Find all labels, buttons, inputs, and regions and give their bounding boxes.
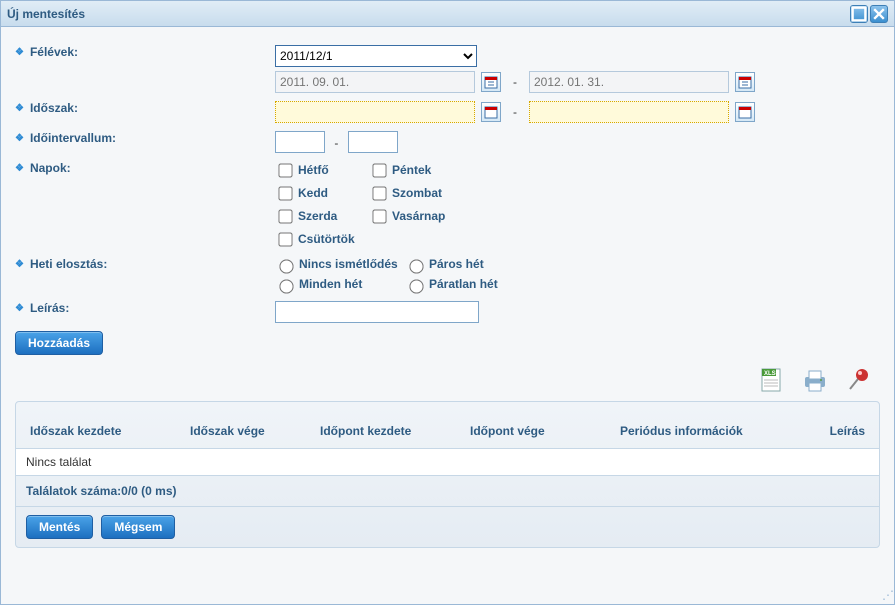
calendar-button[interactable]: [481, 102, 501, 122]
table-toolbar: XLS: [15, 363, 876, 397]
bullet-icon: ❖: [15, 103, 24, 114]
weekly-even-label: Páros hét: [429, 257, 484, 271]
export-xls-button[interactable]: XLS: [754, 363, 788, 397]
date-separator: -: [507, 105, 523, 119]
table-header: Időszak kezdete Időszak vége Időpont kez…: [16, 402, 879, 449]
calendar-button[interactable]: [735, 102, 755, 122]
semester-label: ❖ Félévek:: [15, 45, 275, 59]
calendar-icon: [484, 105, 498, 119]
semester-from-date: [275, 71, 475, 93]
col-period-info: Periódus információk: [616, 424, 796, 438]
bullet-icon: ❖: [15, 163, 24, 174]
col-period-end: Időszak vége: [186, 424, 316, 438]
row-weekly: ❖ Heti elosztás: Nincs ismétlődés Páros …: [15, 257, 880, 293]
description-input[interactable]: [275, 301, 479, 323]
maximize-button[interactable]: [850, 5, 868, 23]
add-button[interactable]: Hozzáadás: [15, 331, 103, 355]
period-from-date[interactable]: [275, 101, 475, 123]
action-bar: Mentés Mégsem: [16, 507, 879, 547]
table-empty-message: Nincs találat: [16, 449, 879, 476]
bullet-icon: ❖: [15, 259, 24, 270]
day-friday-checkbox[interactable]: [372, 163, 386, 177]
day-saturday-checkbox[interactable]: [372, 186, 386, 200]
days-label: ❖ Napok:: [15, 161, 275, 175]
interval-from[interactable]: [275, 131, 325, 153]
save-button[interactable]: Mentés: [26, 515, 93, 539]
row-days: ❖ Napok: Hétfő Péntek Kedd Szombat Szerd…: [15, 161, 880, 249]
calendar-icon: [738, 105, 752, 119]
calendar-icon: [738, 75, 752, 89]
close-icon: [871, 6, 887, 22]
day-sunday-checkbox[interactable]: [372, 209, 386, 223]
interval-separator: -: [328, 136, 344, 150]
day-tuesday-checkbox[interactable]: [278, 186, 292, 200]
bullet-icon: ❖: [15, 133, 24, 144]
row-period: ❖ Időszak: -: [15, 101, 880, 123]
semester-date-range: -: [275, 71, 880, 93]
calendar-button[interactable]: [481, 72, 501, 92]
svg-text:XLS: XLS: [764, 371, 776, 377]
semester-select[interactable]: 2011/12/1: [275, 45, 477, 67]
col-time-start: Időpont kezdete: [316, 424, 466, 438]
day-wednesday-checkbox[interactable]: [278, 209, 292, 223]
maximize-icon: [851, 6, 867, 22]
description-label: ❖ Leírás:: [15, 301, 275, 315]
day-tuesday-label: Kedd: [298, 186, 328, 200]
xls-icon: XLS: [756, 365, 786, 395]
day-monday-label: Hétfő: [298, 163, 329, 177]
bullet-icon: ❖: [15, 303, 24, 314]
table-footer: Találatok száma:0/0 (0 ms): [16, 476, 879, 507]
calendar-button[interactable]: [735, 72, 755, 92]
day-thursday-checkbox[interactable]: [278, 232, 292, 246]
resize-handle[interactable]: ⋰: [882, 588, 892, 602]
calendar-icon: [484, 75, 498, 89]
row-semester: ❖ Félévek: 2011/12/1 -: [15, 45, 880, 93]
row-description: ❖ Leírás:: [15, 301, 880, 323]
weekly-label: ❖ Heti elosztás:: [15, 257, 275, 271]
weekly-every-label: Minden hét: [299, 277, 362, 291]
weekly-none-label: Nincs ismétlődés: [299, 257, 398, 271]
cancel-button[interactable]: Mégsem: [101, 515, 175, 539]
exemption-dialog: Új mentesítés ❖ Félévek: 2011/12/1: [0, 0, 895, 605]
weekly-odd-radio[interactable]: [409, 279, 423, 293]
col-time-end: Időpont vége: [466, 424, 616, 438]
weekly-none-radio[interactable]: [279, 259, 293, 273]
day-thursday-label: Csütörtök: [298, 232, 355, 246]
bullet-icon: ❖: [15, 47, 24, 58]
row-interval: ❖ Időintervallum: -: [15, 131, 880, 153]
titlebar: Új mentesítés: [1, 1, 894, 27]
weekly-every-radio[interactable]: [279, 279, 293, 293]
print-button[interactable]: [798, 363, 832, 397]
interval-to[interactable]: [348, 131, 398, 153]
results-table: Időszak kezdete Időszak vége Időpont kez…: [15, 401, 880, 548]
day-sunday-label: Vasárnap: [392, 209, 445, 223]
col-description: Leírás: [796, 424, 869, 438]
pin-button[interactable]: [842, 363, 876, 397]
day-monday-checkbox[interactable]: [278, 163, 292, 177]
interval-label: ❖ Időintervallum:: [15, 131, 275, 145]
close-button[interactable]: [870, 5, 888, 23]
printer-icon: [800, 365, 830, 395]
day-saturday-label: Szombat: [392, 186, 442, 200]
dialog-content: ❖ Félévek: 2011/12/1 -: [1, 27, 894, 604]
window-title: Új mentesítés: [7, 7, 848, 21]
day-friday-label: Péntek: [392, 163, 431, 177]
col-period-start: Időszak kezdete: [26, 424, 186, 438]
weekly-odd-label: Páratlan hét: [429, 277, 498, 291]
period-to-date[interactable]: [529, 101, 729, 123]
pin-icon: [844, 365, 874, 395]
weekly-even-radio[interactable]: [409, 259, 423, 273]
semester-to-date: [529, 71, 729, 93]
date-separator: -: [507, 75, 523, 89]
period-label: ❖ Időszak:: [15, 101, 275, 115]
day-wednesday-label: Szerda: [298, 209, 337, 223]
